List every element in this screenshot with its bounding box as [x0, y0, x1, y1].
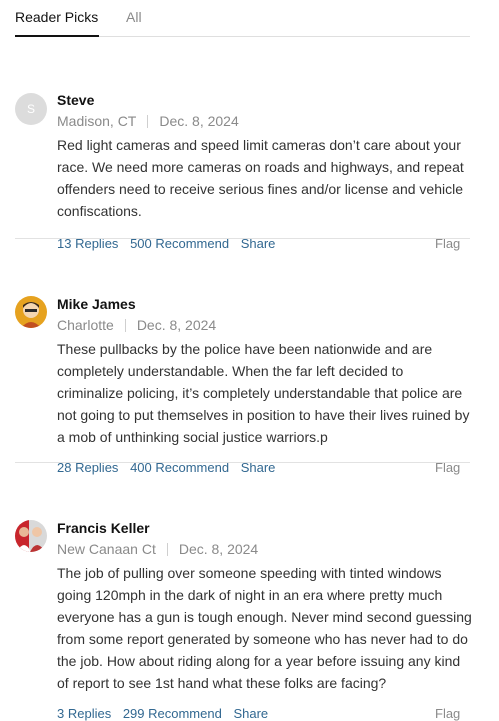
comment-date: Dec. 8, 2024 — [178, 541, 259, 557]
meta-divider — [147, 115, 149, 128]
comment-body: Red light cameras and speed limit camera… — [57, 134, 473, 222]
comment-line: going 120mph in the dark of night in an … — [57, 587, 443, 603]
avatar-initial: S — [26, 102, 35, 116]
comment-line: a mob of unthinking social justice warri… — [57, 429, 328, 445]
avatar-photo-icon — [15, 520, 47, 552]
comment-date: Dec. 8, 2024 — [159, 113, 239, 129]
comment-meta: Madison, CT Dec. 8, 2024 — [57, 113, 239, 129]
comment-line: the job. How about riding along for a ye… — [57, 653, 461, 669]
comment-line: not going to put themselves in position … — [57, 407, 470, 423]
comment-line: everyone has a gun is tough enough. Neve… — [57, 609, 472, 625]
comment-date: Dec. 8, 2024 — [136, 317, 217, 333]
avatar[interactable] — [15, 296, 47, 328]
commenter-name[interactable]: Francis Keller — [57, 520, 150, 536]
comment-line: race. We need more cameras on roads and … — [57, 159, 464, 175]
commenter-location: Charlotte — [57, 317, 114, 333]
commenter-name[interactable]: Mike James — [57, 296, 136, 312]
avatar[interactable]: S — [15, 93, 47, 125]
flag-button[interactable]: Flag — [435, 706, 460, 721]
meta-divider — [124, 319, 126, 332]
commenter-name[interactable]: Steve — [57, 92, 94, 108]
comment-body: These pullbacks by the police have been … — [57, 338, 473, 448]
comment-line: Red light cameras and speed limit camera… — [57, 137, 461, 153]
comment-line: The job of pulling over someone speeding… — [57, 565, 442, 581]
commenter-location: Madison, CT — [57, 113, 137, 129]
tab-all[interactable]: All — [126, 9, 142, 25]
comment-body: The job of pulling over someone speeding… — [57, 562, 473, 694]
comment-line: completely understandable. When the far … — [57, 363, 404, 379]
comment-divider — [15, 462, 470, 463]
comment-actions: 3 Replies 299 Recommend Share — [57, 706, 276, 721]
meta-divider — [166, 543, 168, 556]
active-tab-indicator — [15, 35, 99, 37]
comment-meta: Charlotte Dec. 8, 2024 — [57, 317, 216, 333]
comment-line: of report to see 1st hand what these fol… — [57, 675, 387, 691]
comment-line: These pullbacks by the police have been … — [57, 341, 433, 357]
share-button[interactable]: Share — [233, 706, 268, 721]
comment-line: offenders need to receive serious fines … — [57, 181, 463, 197]
comment-line: confiscations. — [57, 203, 142, 219]
comment-meta: New Canaan Ct Dec. 8, 2024 — [57, 541, 258, 557]
replies-link[interactable]: 3 Replies — [57, 706, 111, 721]
avatar[interactable] — [15, 520, 47, 552]
comment-line: criminalize policing, it’s completely un… — [57, 385, 463, 401]
commenter-location: New Canaan Ct — [57, 541, 156, 557]
recommend-button[interactable]: 299 Recommend — [123, 706, 222, 721]
comment-line: from some report generated by someone wh… — [57, 631, 468, 647]
comment-tabs: Reader Picks All — [15, 0, 470, 37]
avatar-photo-icon — [15, 296, 47, 328]
comment-divider — [15, 238, 470, 239]
tab-reader-picks[interactable]: Reader Picks — [15, 9, 98, 25]
